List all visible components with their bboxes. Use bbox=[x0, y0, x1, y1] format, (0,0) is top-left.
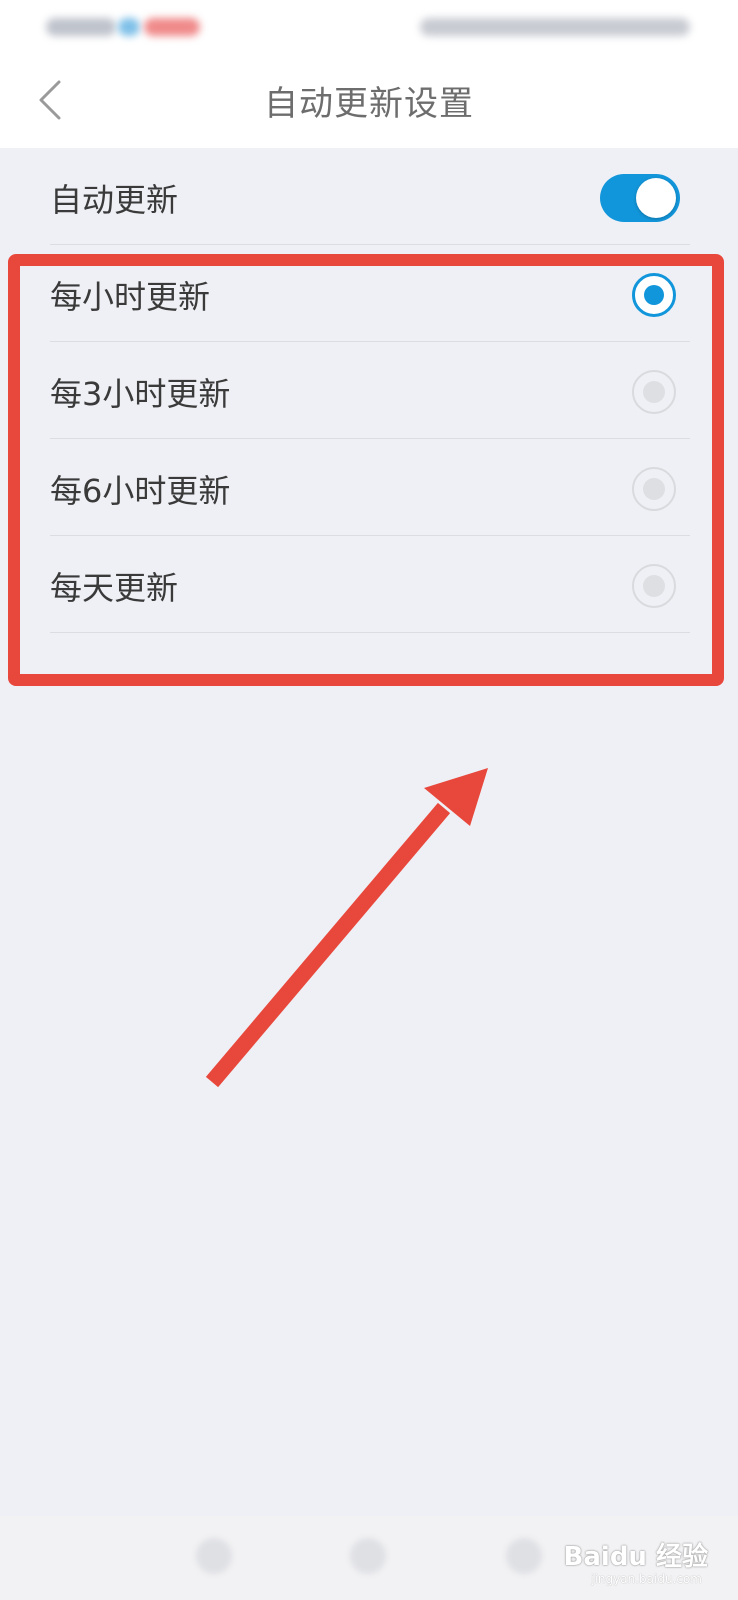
nav-button-blurred[interactable] bbox=[506, 1538, 542, 1574]
top-app-bar: 自动更新设置 bbox=[0, 52, 738, 148]
status-icon-blurred bbox=[118, 18, 140, 36]
nav-button-blurred[interactable] bbox=[350, 1538, 386, 1574]
status-time-blurred bbox=[46, 18, 116, 36]
page-title: 自动更新设置 bbox=[264, 84, 474, 124]
divider bbox=[50, 244, 690, 245]
toggle-knob bbox=[636, 178, 676, 218]
status-indicators-blurred bbox=[420, 18, 690, 36]
status-icon-blurred bbox=[144, 18, 200, 36]
annotation-arrow bbox=[205, 768, 488, 1088]
nav-button-blurred[interactable] bbox=[196, 1538, 232, 1574]
auto-update-label: 自动更新 bbox=[50, 181, 179, 219]
auto-update-row: 自动更新 bbox=[50, 170, 688, 226]
auto-update-toggle[interactable] bbox=[600, 174, 680, 222]
status-bar bbox=[0, 0, 738, 52]
watermark-brand: Baidu 经验 bbox=[563, 1542, 708, 1572]
annotation-highlight-box bbox=[8, 254, 724, 686]
watermark-url: jingyan.baidu.com bbox=[591, 1572, 702, 1586]
